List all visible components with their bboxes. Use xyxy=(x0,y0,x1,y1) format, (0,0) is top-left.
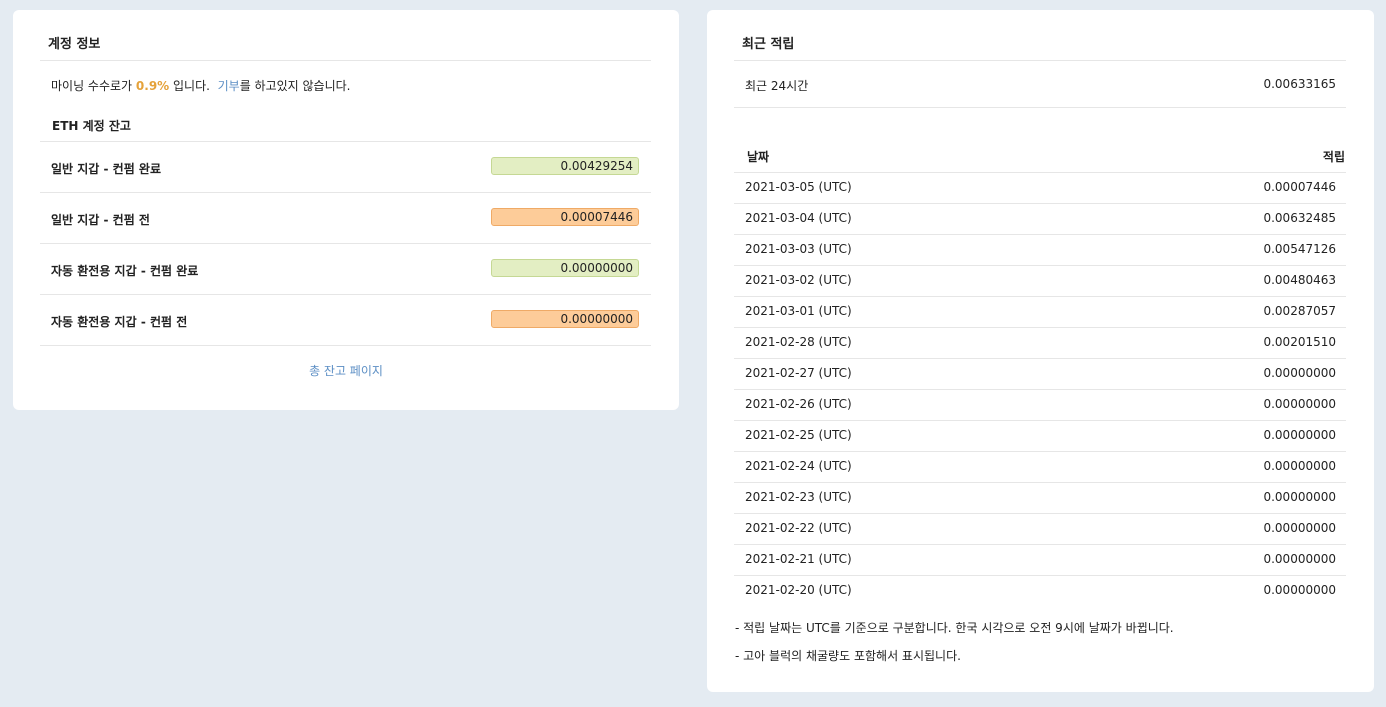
total-balance-link[interactable]: 총 잔고 페이지 xyxy=(13,362,679,379)
row-date: 2021-02-28 (UTC) xyxy=(745,335,852,349)
divider xyxy=(734,60,1346,61)
last-24h-label: 최근 24시간 xyxy=(745,79,809,93)
row-amount: 0.00000000 xyxy=(1263,521,1336,535)
account-card-title: 계정 정보 xyxy=(48,37,101,52)
eth-balance-heading: ETH 계정 잔고 xyxy=(52,119,131,133)
balance-label: 자동 환전용 지갑 - 컨펌 전 xyxy=(51,315,188,329)
earnings-card-title: 최근 적립 xyxy=(742,37,795,52)
balance-label: 일반 지갑 - 컨펌 완료 xyxy=(51,162,162,176)
table-header-amount: 적립 xyxy=(1322,150,1345,164)
row-date: 2021-02-25 (UTC) xyxy=(745,428,852,442)
divider xyxy=(734,420,1346,421)
row-amount: 0.00547126 xyxy=(1263,242,1336,256)
divider xyxy=(40,60,651,61)
row-date: 2021-02-21 (UTC) xyxy=(745,552,852,566)
row-date: 2021-02-26 (UTC) xyxy=(745,397,852,411)
row-amount: 0.00480463 xyxy=(1263,273,1336,287)
divider xyxy=(734,327,1346,328)
row-amount: 0.00000000 xyxy=(1263,459,1336,473)
divider xyxy=(40,243,651,244)
row-amount: 0.00000000 xyxy=(1263,366,1336,380)
row-amount: 0.00000000 xyxy=(1263,552,1336,566)
table-header-date: 날짜 xyxy=(747,150,770,164)
row-date: 2021-02-24 (UTC) xyxy=(745,459,852,473)
divider xyxy=(734,265,1346,266)
row-date: 2021-03-04 (UTC) xyxy=(745,211,852,225)
divider xyxy=(734,203,1346,204)
divider xyxy=(734,389,1346,390)
row-date: 2021-03-02 (UTC) xyxy=(745,273,852,287)
balance-value: 0.00007446 xyxy=(491,208,639,226)
row-date: 2021-03-05 (UTC) xyxy=(745,180,852,194)
balance-label: 자동 환전용 지갑 - 컨펌 완료 xyxy=(51,264,199,278)
divider xyxy=(734,358,1346,359)
balance-label: 일반 지갑 - 컨펌 전 xyxy=(51,213,150,227)
divider xyxy=(40,192,651,193)
row-date: 2021-02-22 (UTC) xyxy=(745,521,852,535)
note-line-1: - 적립 날짜는 UTC를 기준으로 구분합니다. 한국 시각으로 오전 9시에… xyxy=(735,621,1174,635)
row-amount: 0.00000000 xyxy=(1263,583,1336,597)
row-date: 2021-02-27 (UTC) xyxy=(745,366,852,380)
row-amount: 0.00000000 xyxy=(1263,490,1336,504)
fee-mid: 입니다. xyxy=(169,79,218,93)
divider xyxy=(734,296,1346,297)
donation-link[interactable]: 기부 xyxy=(218,79,240,93)
divider xyxy=(40,141,651,142)
row-date: 2021-03-01 (UTC) xyxy=(745,304,852,318)
row-amount: 0.00000000 xyxy=(1263,397,1336,411)
fee-rate: 0.9% xyxy=(135,79,170,93)
divider xyxy=(734,513,1346,514)
divider xyxy=(734,451,1346,452)
row-amount: 0.00632485 xyxy=(1263,211,1336,225)
divider xyxy=(734,107,1346,108)
divider xyxy=(734,575,1346,576)
row-amount: 0.00007446 xyxy=(1263,180,1336,194)
account-info-card: 계정 정보 마이닝 수수로가 0.9% 입니다. 기부를 하고있지 않습니다. … xyxy=(13,10,679,410)
divider xyxy=(734,544,1346,545)
divider xyxy=(40,345,651,346)
divider xyxy=(734,482,1346,483)
row-amount: 0.00287057 xyxy=(1263,304,1336,318)
fee-prefix: 마이닝 수수로가 xyxy=(51,79,136,93)
balance-value: 0.00429254 xyxy=(491,157,639,175)
row-date: 2021-02-20 (UTC) xyxy=(745,583,852,597)
last-24h-value: 0.00633165 xyxy=(1263,77,1336,91)
divider xyxy=(40,294,651,295)
row-amount: 0.00000000 xyxy=(1263,428,1336,442)
recent-earnings-card: 최근 적립 최근 24시간 0.00633165 날짜 적립 2021-03-0… xyxy=(707,10,1374,692)
balance-value: 0.00000000 xyxy=(491,259,639,277)
balance-value: 0.00000000 xyxy=(491,310,639,328)
note-line-2: - 고아 블럭의 채굴량도 포함해서 표시됩니다. xyxy=(735,649,961,663)
row-date: 2021-02-23 (UTC) xyxy=(745,490,852,504)
row-amount: 0.00201510 xyxy=(1263,335,1336,349)
mining-fee-text: 마이닝 수수로가 0.9% 입니다. 기부를 하고있지 않습니다. xyxy=(51,77,351,94)
divider xyxy=(734,234,1346,235)
row-date: 2021-03-03 (UTC) xyxy=(745,242,852,256)
divider xyxy=(734,172,1346,173)
fee-suffix: 를 하고있지 않습니다. xyxy=(239,79,351,93)
